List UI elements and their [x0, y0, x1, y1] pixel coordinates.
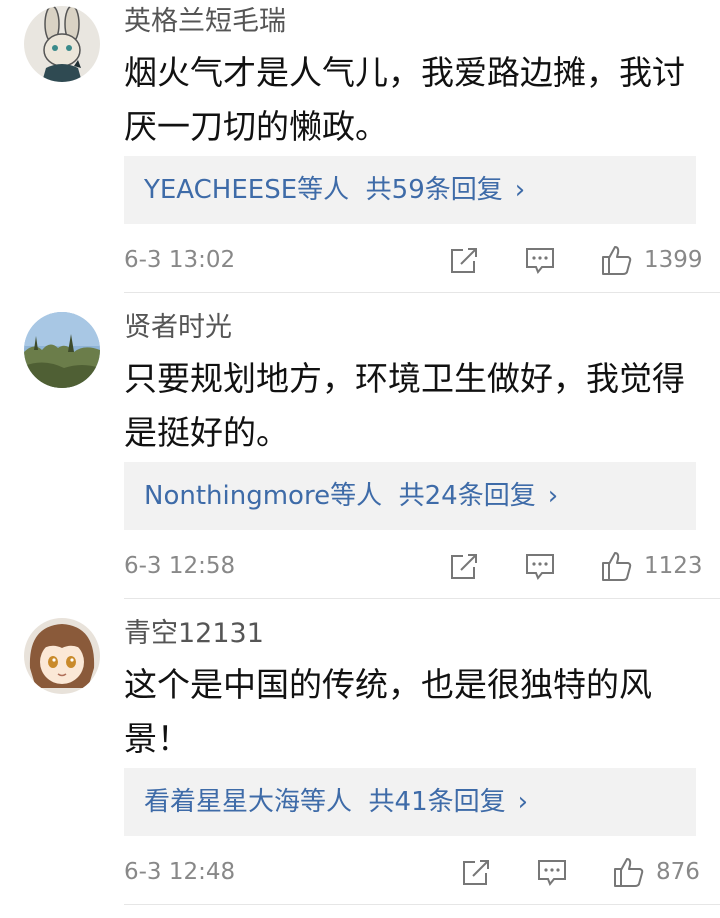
- share-icon[interactable]: [459, 856, 493, 888]
- like-count: 876: [656, 859, 700, 885]
- avatar[interactable]: [24, 618, 100, 694]
- reply-summary-text: Nonthingmore等人 共24条回复 ›: [144, 462, 558, 530]
- reply-count: 共24条回复: [398, 481, 536, 511]
- comment-item: 贤者时光 只要规划地方，环境卫生做好，我觉得是挺好的。 Nonthingmore…: [0, 306, 720, 612]
- avatar[interactable]: [24, 312, 100, 388]
- thumbs-up-icon[interactable]: [600, 550, 634, 582]
- reply-count: 共41条回复: [368, 787, 506, 817]
- timestamp: 6-3 13:02: [124, 247, 236, 273]
- comment-meta: 6-3 13:02 1399: [0, 240, 720, 280]
- comment-text: 只要规划地方，环境卫生做好，我觉得是挺好的。: [124, 359, 685, 452]
- username[interactable]: 贤者时光: [124, 310, 232, 346]
- comment-icon[interactable]: [535, 856, 569, 888]
- like-count: 1123: [644, 553, 703, 579]
- chevron-right-icon: ›: [514, 175, 526, 205]
- comment-item: 青空12131 这个是中国的传统，也是很独特的风景！ 看着星星大海等人 共41条…: [0, 612, 720, 918]
- landscape-avatar-icon: [24, 312, 100, 388]
- reply-summary[interactable]: YEACHEESE等人 共59条回复 ›: [124, 156, 696, 224]
- thumbs-up-icon[interactable]: [600, 244, 634, 276]
- comment-item: 英格兰短毛瑞 烟火气才是人气儿，我爱路边摊，我讨厌一刀切的懒政。 YEACHEE…: [0, 0, 720, 306]
- divider: [124, 904, 720, 905]
- divider: [124, 292, 720, 293]
- username[interactable]: 青空12131: [124, 616, 264, 652]
- reply-users: YEACHEESE等人: [144, 175, 350, 205]
- username[interactable]: 英格兰短毛瑞: [124, 4, 286, 40]
- reply-summary-text: 看着星星大海等人 共41条回复 ›: [144, 768, 528, 836]
- timestamp: 6-3 12:58: [124, 553, 236, 579]
- comment-icon[interactable]: [523, 244, 557, 276]
- reply-summary[interactable]: 看着星星大海等人 共41条回复 ›: [124, 768, 696, 836]
- timestamp: 6-3 12:48: [124, 859, 236, 885]
- reply-summary[interactable]: Nonthingmore等人 共24条回复 ›: [124, 462, 696, 530]
- reply-users: Nonthingmore等人: [144, 481, 383, 511]
- chevron-right-icon: ›: [517, 787, 529, 817]
- like-count: 1399: [644, 247, 703, 273]
- comment-meta: 6-3 12:48 876: [0, 852, 720, 892]
- reply-summary-text: YEACHEESE等人 共59条回复 ›: [144, 156, 525, 224]
- reply-users: 看着星星大海等人: [144, 787, 353, 817]
- anime-girl-avatar-icon: [24, 618, 100, 694]
- share-icon[interactable]: [447, 244, 481, 276]
- comment-text: 烟火气才是人气儿，我爱路边摊，我讨厌一刀切的懒政。: [124, 53, 685, 146]
- avatar[interactable]: [24, 6, 100, 82]
- comment-meta: 6-3 12:58 1123: [0, 546, 720, 586]
- share-icon[interactable]: [447, 550, 481, 582]
- comment-text: 这个是中国的传统，也是很独特的风景！: [124, 665, 652, 758]
- rabbit-avatar-icon: [24, 6, 100, 82]
- chevron-right-icon: ›: [547, 481, 559, 511]
- divider: [124, 598, 720, 599]
- thumbs-up-icon[interactable]: [612, 856, 646, 888]
- comment-icon[interactable]: [523, 550, 557, 582]
- reply-count: 共59条回复: [365, 175, 503, 205]
